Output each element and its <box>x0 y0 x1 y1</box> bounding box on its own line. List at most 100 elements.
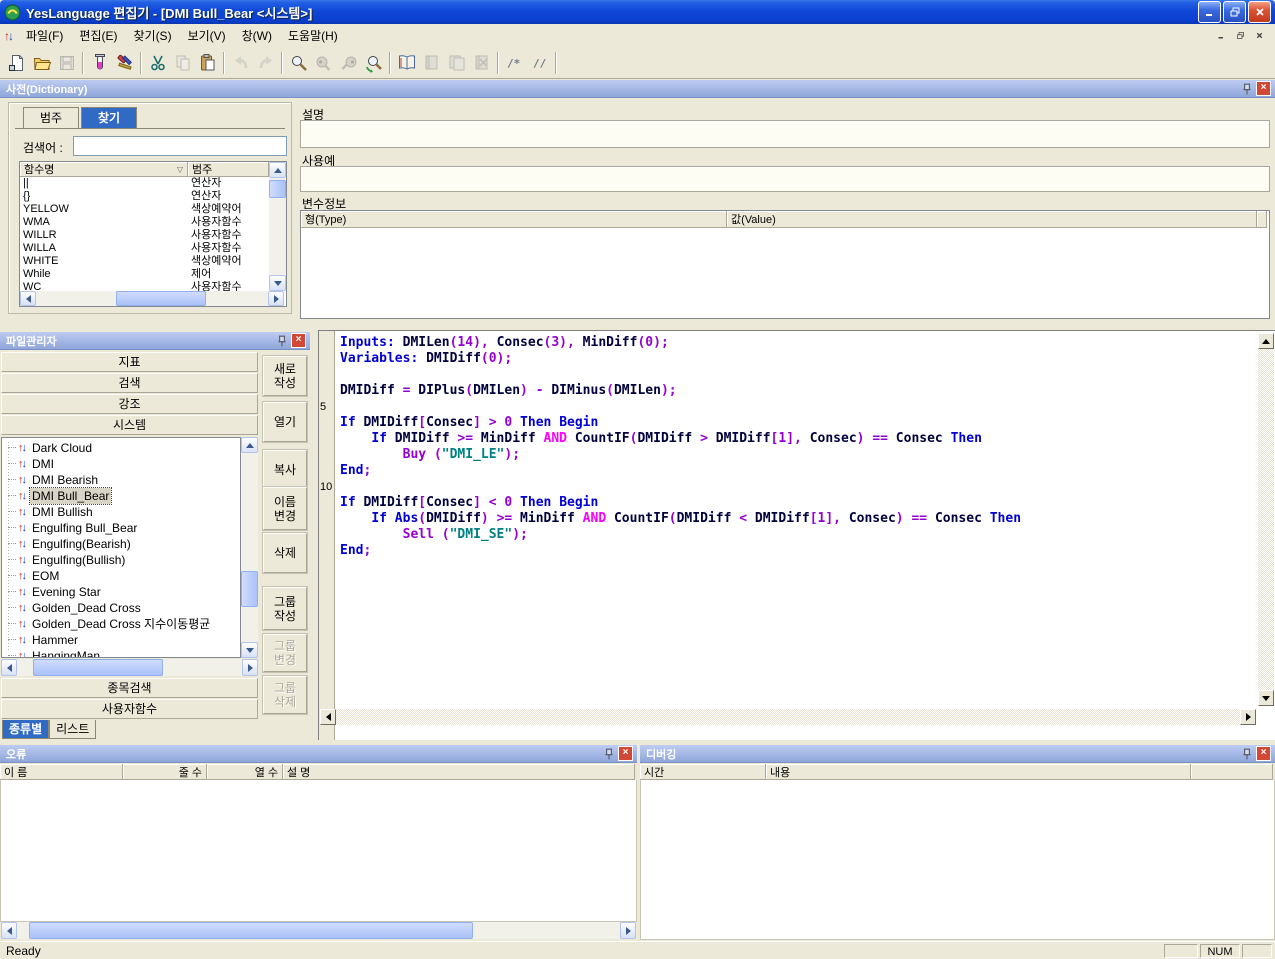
close-icon[interactable]: × <box>618 746 633 761</box>
scrollbar-right-button[interactable] <box>242 659 258 676</box>
menu-item-file[interactable]: 파일(F) <box>18 26 71 46</box>
column-header-category[interactable]: 범주 <box>188 162 269 177</box>
verify-script-button[interactable] <box>87 50 112 75</box>
scrollbar-thumb[interactable] <box>116 291 206 306</box>
error-column-header[interactable]: 열 수 <box>207 764 283 780</box>
file-item[interactable]: ↑↓DMI <box>2 456 240 472</box>
file-manager-caption[interactable]: 파일관리자 × <box>0 332 310 350</box>
paste-button[interactable] <box>195 50 220 75</box>
debug-column-header[interactable]: 시간 <box>640 764 766 780</box>
file-item[interactable]: ↑↓DMI Bullish <box>2 504 240 520</box>
cut-button[interactable] <box>145 50 170 75</box>
file-item[interactable]: ↑↓DMI Bull_Bear <box>2 488 240 504</box>
child-restore-button[interactable] <box>1232 29 1248 43</box>
scrollbar-up-button[interactable] <box>269 162 286 178</box>
function-row[interactable]: YELLOW색상예약어 <box>20 203 269 216</box>
pin-icon[interactable] <box>1241 83 1253 95</box>
category-button-system[interactable]: 시스템 <box>1 415 258 435</box>
debug-panel-caption[interactable]: 디버깅 × <box>640 745 1275 763</box>
close-icon[interactable]: × <box>291 333 306 348</box>
pin-icon[interactable] <box>603 748 615 760</box>
category-button-indicator[interactable]: 지표 <box>1 352 258 372</box>
block-comment-button[interactable]: /* <box>502 50 527 75</box>
scrollbar-track[interactable] <box>336 709 1240 725</box>
view-tab-by-type[interactable]: 종류별 <box>2 720 49 739</box>
button-user-function[interactable]: 사용자함수 <box>1 699 258 719</box>
action-rename-button[interactable]: 이름 변경 <box>263 487 307 530</box>
function-row[interactable]: ||연산자 <box>20 177 269 190</box>
tab-category[interactable]: 범주 <box>23 107 79 129</box>
pin-icon[interactable] <box>276 335 288 347</box>
search-input[interactable] <box>73 136 287 156</box>
varinfo-column-header[interactable]: 형(Type) <box>301 211 727 228</box>
function-list-vscrollbar[interactable] <box>269 162 286 291</box>
scrollbar-down-button[interactable] <box>1258 690 1274 706</box>
close-icon[interactable]: × <box>1256 746 1271 761</box>
category-button-highlight[interactable]: 강조 <box>1 394 258 414</box>
child-minimize-button[interactable] <box>1213 29 1229 43</box>
menu-item-view[interactable]: 보기(V) <box>180 26 234 46</box>
close-icon[interactable]: × <box>1256 81 1271 96</box>
scrollbar-right-button[interactable] <box>620 922 636 939</box>
scrollbar-track[interactable] <box>17 659 242 676</box>
scrollbar-thumb[interactable] <box>29 922 473 939</box>
scrollbar-left-button[interactable] <box>1 922 17 939</box>
function-row[interactable]: WILLA사용자함수 <box>20 242 269 255</box>
error-column-header[interactable]: 줄 수 <box>123 764 207 780</box>
scrollbar-left-button[interactable] <box>1 659 17 676</box>
scrollbar-left-button[interactable] <box>20 291 36 306</box>
pin-icon[interactable] <box>1241 748 1253 760</box>
varinfo-column-header[interactable]: 값(Value) <box>727 211 1257 228</box>
scrollbar-down-button[interactable] <box>241 642 258 658</box>
action-group-create-button[interactable]: 그룹 작성 <box>263 587 307 630</box>
file-tree-vscrollbar[interactable] <box>241 437 258 658</box>
scrollbar-track[interactable] <box>269 178 286 275</box>
scrollbar-up-button[interactable] <box>241 437 258 453</box>
editor-hscrollbar[interactable] <box>320 709 1256 725</box>
error-column-header[interactable]: 설 명 <box>283 764 635 780</box>
button-stock-search[interactable]: 종목검색 <box>1 678 258 698</box>
scrollbar-track[interactable] <box>1258 349 1274 690</box>
tab-find[interactable]: 찾기 <box>81 107 137 129</box>
file-tree-hscrollbar[interactable] <box>1 659 258 676</box>
action-delete-button[interactable]: 삭제 <box>263 533 307 573</box>
editor-vscrollbar[interactable] <box>1258 333 1274 706</box>
function-list-hscrollbar[interactable] <box>20 291 284 306</box>
file-item[interactable]: ↑↓Engulfing Bull_Bear <box>2 520 240 536</box>
build-tools-button[interactable] <box>112 50 137 75</box>
function-row[interactable]: WC사용자함수 <box>20 281 269 291</box>
action-create-new-button[interactable]: 새로 작성 <box>263 356 307 396</box>
file-item[interactable]: ↑↓Hammer <box>2 632 240 648</box>
column-header-function-name[interactable]: 함수명▽ <box>20 162 188 177</box>
error-column-header[interactable]: 이 름 <box>0 764 123 780</box>
scrollbar-thumb[interactable] <box>241 571 258 607</box>
file-item[interactable]: ↑↓Evening Star <box>2 584 240 600</box>
file-item[interactable]: ↑↓Engulfing(Bullish) <box>2 552 240 568</box>
scrollbar-left-button[interactable] <box>320 709 336 725</box>
line-comment-button[interactable]: // <box>527 50 552 75</box>
function-row[interactable]: {}연산자 <box>20 190 269 203</box>
function-row[interactable]: WMA사용자함수 <box>20 216 269 229</box>
dictionary-panel-caption[interactable]: 사전(Dictionary) × <box>0 80 1275 98</box>
action-copy-button[interactable]: 복사 <box>263 450 307 490</box>
scrollbar-track[interactable] <box>17 922 620 939</box>
replace-button[interactable] <box>361 50 386 75</box>
error-panel-caption[interactable]: 오류 × <box>0 745 637 763</box>
file-item[interactable]: ↑↓HangingMan <box>2 648 240 658</box>
dictionary-book-button[interactable] <box>394 50 419 75</box>
error-list-hscrollbar[interactable] <box>1 922 636 939</box>
find-button[interactable] <box>286 50 311 75</box>
scrollbar-track[interactable] <box>241 453 258 642</box>
menu-item-edit[interactable]: 편집(E) <box>71 26 125 46</box>
file-item[interactable]: ↑↓DMI Bearish <box>2 472 240 488</box>
view-tab-list[interactable]: 리스트 <box>49 720 96 739</box>
function-row[interactable]: WHITE색상예약어 <box>20 255 269 268</box>
menu-item-search[interactable]: 찾기(S) <box>125 26 179 46</box>
open-file-button[interactable] <box>29 50 54 75</box>
scrollbar-down-button[interactable] <box>269 275 286 291</box>
scrollbar-thumb[interactable] <box>33 659 163 676</box>
file-item[interactable]: ↑↓Engulfing(Bearish) <box>2 536 240 552</box>
function-row[interactable]: WILLR사용자함수 <box>20 229 269 242</box>
child-close-button[interactable] <box>1251 29 1267 43</box>
file-item[interactable]: ↑↓Dark Cloud <box>2 440 240 456</box>
